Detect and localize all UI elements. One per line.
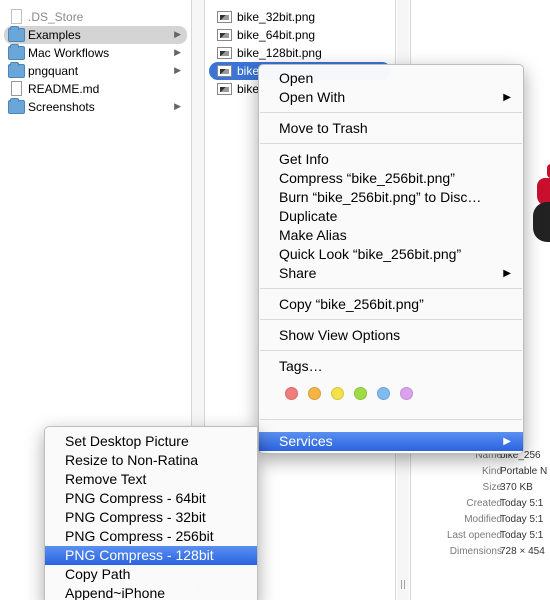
menu-separator xyxy=(260,112,522,113)
submenu-arrow-icon: ▶ xyxy=(503,268,511,279)
info-row-size: Size 370 KB xyxy=(482,482,533,493)
folder-icon xyxy=(8,62,25,78)
info-row-dimensions: Dimensions 728 × 454 xyxy=(449,546,545,557)
list-item-bike-32bit[interactable]: bike_32bit.png xyxy=(209,8,391,26)
menu-item-compress[interactable]: Compress “bike_256bit.png” xyxy=(259,169,523,188)
chevron-right-icon: ▶ xyxy=(174,30,181,40)
service-copy-path[interactable]: Copy Path xyxy=(45,565,257,584)
file-info-panel: Name bike_256 Kind Portable N Size 370 KB C… xyxy=(410,448,550,560)
submenu-arrow-icon: ▶ xyxy=(503,92,511,103)
list-item-pngquant[interactable]: pngquant ▶ xyxy=(4,62,187,80)
tag-yellow-icon[interactable] xyxy=(331,387,344,400)
info-row-last-opened: Last opened Today 5:1 xyxy=(446,530,544,541)
menu-item-services[interactable]: Services ▶ xyxy=(259,432,523,451)
document-icon xyxy=(11,9,22,24)
list-item-ds-store[interactable]: .DS_Store xyxy=(4,8,187,26)
info-row-created: Created Today 5:1 xyxy=(466,498,544,509)
list-item-mac-workflows[interactable]: Mac Workflows ▶ xyxy=(4,44,187,62)
menu-separator xyxy=(260,143,522,144)
menu-item-duplicate[interactable]: Duplicate xyxy=(259,207,523,226)
bike-wheel xyxy=(533,202,550,242)
info-row-kind: Kind Portable N xyxy=(481,466,548,477)
service-png-compress-128bit[interactable]: PNG Compress - 128bit xyxy=(45,546,257,565)
menu-item-quick-look[interactable]: Quick Look “bike_256bit.png” xyxy=(259,245,523,264)
tag-red-icon[interactable] xyxy=(285,387,298,400)
service-resize-non-retina[interactable]: Resize to Non-Ratina xyxy=(45,451,257,470)
image-file-icon xyxy=(217,65,232,77)
image-file-icon xyxy=(217,29,232,41)
document-icon xyxy=(11,81,22,96)
menu-separator xyxy=(260,319,522,320)
service-png-compress-256bit[interactable]: PNG Compress - 256bit xyxy=(45,527,257,546)
tag-blue-icon[interactable] xyxy=(377,387,390,400)
list-item-screenshots[interactable]: Screenshots ▶ xyxy=(4,98,187,116)
image-file-icon xyxy=(217,11,232,23)
folder-icon xyxy=(8,98,25,114)
folder-icon xyxy=(8,26,25,42)
menu-separator xyxy=(260,288,522,289)
chevron-right-icon: ▶ xyxy=(174,66,181,76)
submenu-arrow-icon: ▶ xyxy=(503,436,511,447)
menu-item-copy[interactable]: Copy “bike_256bit.png” xyxy=(259,295,523,314)
menu-item-open-with[interactable]: Open With ▶ xyxy=(259,88,523,107)
bike-preview-image xyxy=(531,150,550,260)
services-submenu: Set Desktop Picture Resize to Non-Ratina… xyxy=(44,426,258,600)
chevron-right-icon: ▶ xyxy=(174,102,181,112)
menu-item-open[interactable]: Open xyxy=(259,69,523,88)
list-item-examples[interactable]: Examples ▶ xyxy=(4,26,187,44)
menu-item-make-alias[interactable]: Make Alias xyxy=(259,226,523,245)
menu-item-tags[interactable]: Tags… xyxy=(259,357,523,376)
resize-grip-icon[interactable]: || xyxy=(400,580,406,590)
list-item-bike-128bit[interactable]: bike_128bit.png xyxy=(209,44,391,62)
menu-separator xyxy=(260,419,522,420)
tag-orange-icon[interactable] xyxy=(308,387,321,400)
menu-item-show-view-options[interactable]: Show View Options xyxy=(259,326,523,345)
menu-item-move-to-trash[interactable]: Move to Trash xyxy=(259,119,523,138)
image-file-icon xyxy=(217,83,232,95)
chevron-right-icon: ▶ xyxy=(174,48,181,58)
info-row-modified: Modified Today 5:1 xyxy=(464,514,544,525)
menu-separator xyxy=(260,350,522,351)
menu-item-share[interactable]: Share ▶ xyxy=(259,264,523,283)
service-remove-text[interactable]: Remove Text xyxy=(45,470,257,489)
service-set-desktop-picture[interactable]: Set Desktop Picture xyxy=(45,432,257,451)
context-menu: Open Open With ▶ Move to Trash Get Info … xyxy=(258,64,524,454)
service-png-compress-64bit[interactable]: PNG Compress - 64bit xyxy=(45,489,257,508)
tag-purple-icon[interactable] xyxy=(400,387,413,400)
image-file-icon xyxy=(217,47,232,59)
service-append-iphone[interactable]: Append~iPhone xyxy=(45,584,257,600)
menu-item-burn[interactable]: Burn “bike_256bit.png” to Disc… xyxy=(259,188,523,207)
service-png-compress-32bit[interactable]: PNG Compress - 32bit xyxy=(45,508,257,527)
tag-green-icon[interactable] xyxy=(354,387,367,400)
list-item-bike-64bit[interactable]: bike_64bit.png xyxy=(209,26,391,44)
menu-item-get-info[interactable]: Get Info xyxy=(259,150,523,169)
list-item-readme[interactable]: README.md xyxy=(4,80,187,98)
folder-icon xyxy=(8,44,25,60)
